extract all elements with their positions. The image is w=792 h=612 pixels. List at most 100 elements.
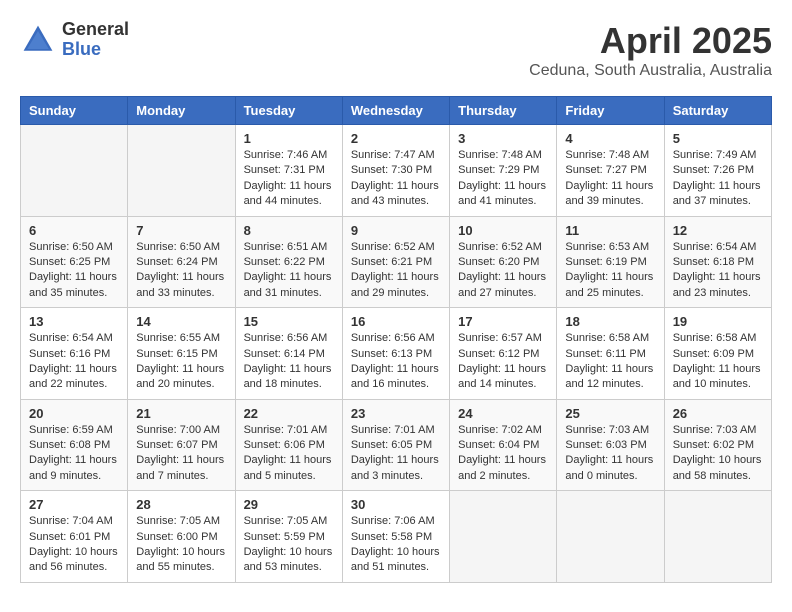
day-detail: Sunrise: 6:50 AM Sunset: 6:24 PM Dayligh… (136, 240, 226, 302)
day-detail: Sunrise: 6:54 AM Sunset: 6:18 PM Dayligh… (673, 240, 763, 302)
day-number: 19 (673, 314, 763, 329)
day-cell: 7 Sunrise: 6:50 AM Sunset: 6:24 PM Daylig… (128, 216, 235, 308)
day-cell: 19 Sunrise: 6:58 AM Sunset: 6:09 PM Dayli… (664, 308, 771, 400)
day-number: 20 (29, 406, 119, 421)
week-row-1: 1 Sunrise: 7:46 AM Sunset: 7:31 PM Daylig… (21, 125, 772, 217)
day-cell: 13 Sunrise: 6:54 AM Sunset: 6:16 PM Dayli… (21, 308, 128, 400)
day-detail: Sunrise: 7:00 AM Sunset: 6:07 PM Dayligh… (136, 423, 226, 485)
day-cell: 4Sunrise: 7:48 AM Sunset: 7:27 PM Daylig… (557, 125, 664, 217)
day-detail: Sunrise: 6:52 AM Sunset: 6:21 PM Dayligh… (351, 240, 441, 302)
day-cell: 21 Sunrise: 7:00 AM Sunset: 6:07 PM Dayli… (128, 399, 235, 491)
day-detail: Sunrise: 6:58 AM Sunset: 6:09 PM Dayligh… (673, 331, 763, 393)
day-number: 16 (351, 314, 441, 329)
day-detail: Sunrise: 7:02 AM Sunset: 6:04 PM Dayligh… (458, 423, 548, 485)
day-number: 13 (29, 314, 119, 329)
day-detail: Sunrise: 6:56 AM Sunset: 6:13 PM Dayligh… (351, 331, 441, 393)
day-number: 1 (244, 131, 334, 146)
day-detail: Sunrise: 7:01 AM Sunset: 6:06 PM Dayligh… (244, 423, 334, 485)
day-cell: 8 Sunrise: 6:51 AM Sunset: 6:22 PM Daylig… (235, 216, 342, 308)
day-number: 5 (673, 131, 763, 146)
day-detail: Sunrise: 7:47 AM Sunset: 7:30 PM Dayligh… (351, 148, 441, 210)
weekday-header-sunday: Sunday (21, 97, 128, 125)
day-detail: Sunrise: 6:53 AM Sunset: 6:19 PM Dayligh… (565, 240, 655, 302)
day-detail: Sunrise: 6:50 AM Sunset: 6:25 PM Dayligh… (29, 240, 119, 302)
day-number: 26 (673, 406, 763, 421)
day-detail: Sunrise: 7:04 AM Sunset: 6:01 PM Dayligh… (29, 514, 119, 576)
day-cell: 18Sunrise: 6:58 AM Sunset: 6:11 PM Dayli… (557, 308, 664, 400)
logo-icon (20, 22, 56, 58)
day-detail: Sunrise: 6:57 AM Sunset: 6:12 PM Dayligh… (458, 331, 548, 393)
day-cell: 5 Sunrise: 7:49 AM Sunset: 7:26 PM Daylig… (664, 125, 771, 217)
week-row-3: 13 Sunrise: 6:54 AM Sunset: 6:16 PM Dayli… (21, 308, 772, 400)
day-number: 7 (136, 223, 226, 238)
day-cell: 28 Sunrise: 7:05 AM Sunset: 6:00 PM Dayli… (128, 491, 235, 583)
day-detail: Sunrise: 7:05 AM Sunset: 5:59 PM Dayligh… (244, 514, 334, 576)
day-cell: 9 Sunrise: 6:52 AM Sunset: 6:21 PM Daylig… (342, 216, 449, 308)
day-number: 21 (136, 406, 226, 421)
day-number: 28 (136, 497, 226, 512)
day-cell: 3 Sunrise: 7:48 AM Sunset: 7:29 PM Daylig… (450, 125, 557, 217)
day-number: 6 (29, 223, 119, 238)
day-cell (450, 491, 557, 583)
weekday-header-wednesday: Wednesday (342, 97, 449, 125)
day-cell: 12 Sunrise: 6:54 AM Sunset: 6:18 PM Dayli… (664, 216, 771, 308)
day-cell: 14 Sunrise: 6:55 AM Sunset: 6:15 PM Dayli… (128, 308, 235, 400)
day-cell: 24 Sunrise: 7:02 AM Sunset: 6:04 PM Dayli… (450, 399, 557, 491)
logo-general-label: General (62, 20, 129, 40)
day-detail: Sunrise: 6:59 AM Sunset: 6:08 PM Dayligh… (29, 423, 119, 485)
day-cell (557, 491, 664, 583)
header: General Blue April 2025 Ceduna, South Au… (20, 20, 772, 80)
day-cell (21, 125, 128, 217)
day-detail: Sunrise: 6:54 AM Sunset: 6:16 PM Dayligh… (29, 331, 119, 393)
day-number: 10 (458, 223, 548, 238)
day-number: 4 (565, 131, 655, 146)
day-detail: Sunrise: 6:56 AM Sunset: 6:14 PM Dayligh… (244, 331, 334, 393)
day-cell: 26Sunrise: 7:03 AM Sunset: 6:02 PM Dayli… (664, 399, 771, 491)
day-detail: Sunrise: 6:51 AM Sunset: 6:22 PM Dayligh… (244, 240, 334, 302)
day-detail: Sunrise: 6:55 AM Sunset: 6:15 PM Dayligh… (136, 331, 226, 393)
day-number: 23 (351, 406, 441, 421)
week-row-4: 20 Sunrise: 6:59 AM Sunset: 6:08 PM Dayli… (21, 399, 772, 491)
logo-text: General Blue (62, 20, 129, 60)
day-number: 2 (351, 131, 441, 146)
day-cell: 17 Sunrise: 6:57 AM Sunset: 6:12 PM Dayli… (450, 308, 557, 400)
day-number: 22 (244, 406, 334, 421)
calendar-subtitle: Ceduna, South Australia, Australia (529, 62, 772, 80)
day-detail: Sunrise: 7:05 AM Sunset: 6:00 PM Dayligh… (136, 514, 226, 576)
day-number: 9 (351, 223, 441, 238)
day-detail: Sunrise: 7:48 AM Sunset: 7:29 PM Dayligh… (458, 148, 548, 210)
day-cell: 15 Sunrise: 6:56 AM Sunset: 6:14 PM Dayli… (235, 308, 342, 400)
day-number: 12 (673, 223, 763, 238)
day-number: 18 (565, 314, 655, 329)
week-row-5: 27Sunrise: 7:04 AM Sunset: 6:01 PM Dayli… (21, 491, 772, 583)
day-cell: 30Sunrise: 7:06 AM Sunset: 5:58 PM Dayli… (342, 491, 449, 583)
calendar-table: SundayMondayTuesdayWednesdayThursdayFrid… (20, 96, 772, 583)
day-number: 8 (244, 223, 334, 238)
day-cell (128, 125, 235, 217)
day-cell: 6 Sunrise: 6:50 AM Sunset: 6:25 PM Daylig… (21, 216, 128, 308)
week-row-2: 6 Sunrise: 6:50 AM Sunset: 6:25 PM Daylig… (21, 216, 772, 308)
day-cell (664, 491, 771, 583)
weekday-header-saturday: Saturday (664, 97, 771, 125)
day-cell: 10 Sunrise: 6:52 AM Sunset: 6:20 PM Dayli… (450, 216, 557, 308)
day-cell: 1 Sunrise: 7:46 AM Sunset: 7:31 PM Daylig… (235, 125, 342, 217)
day-detail: Sunrise: 7:49 AM Sunset: 7:26 PM Dayligh… (673, 148, 763, 210)
weekday-header-friday: Friday (557, 97, 664, 125)
day-cell: 2 Sunrise: 7:47 AM Sunset: 7:30 PM Daylig… (342, 125, 449, 217)
day-number: 3 (458, 131, 548, 146)
day-number: 17 (458, 314, 548, 329)
day-number: 24 (458, 406, 548, 421)
title-area: April 2025 Ceduna, South Australia, Aust… (529, 20, 772, 80)
weekday-header-monday: Monday (128, 97, 235, 125)
day-detail: Sunrise: 7:46 AM Sunset: 7:31 PM Dayligh… (244, 148, 334, 210)
day-detail: Sunrise: 7:01 AM Sunset: 6:05 PM Dayligh… (351, 423, 441, 485)
day-cell: 22 Sunrise: 7:01 AM Sunset: 6:06 PM Dayli… (235, 399, 342, 491)
day-cell: 27Sunrise: 7:04 AM Sunset: 6:01 PM Dayli… (21, 491, 128, 583)
day-number: 29 (244, 497, 334, 512)
day-detail: Sunrise: 6:52 AM Sunset: 6:20 PM Dayligh… (458, 240, 548, 302)
weekday-header-thursday: Thursday (450, 97, 557, 125)
day-cell: 11Sunrise: 6:53 AM Sunset: 6:19 PM Dayli… (557, 216, 664, 308)
day-number: 14 (136, 314, 226, 329)
day-cell: 25Sunrise: 7:03 AM Sunset: 6:03 PM Dayli… (557, 399, 664, 491)
day-number: 15 (244, 314, 334, 329)
